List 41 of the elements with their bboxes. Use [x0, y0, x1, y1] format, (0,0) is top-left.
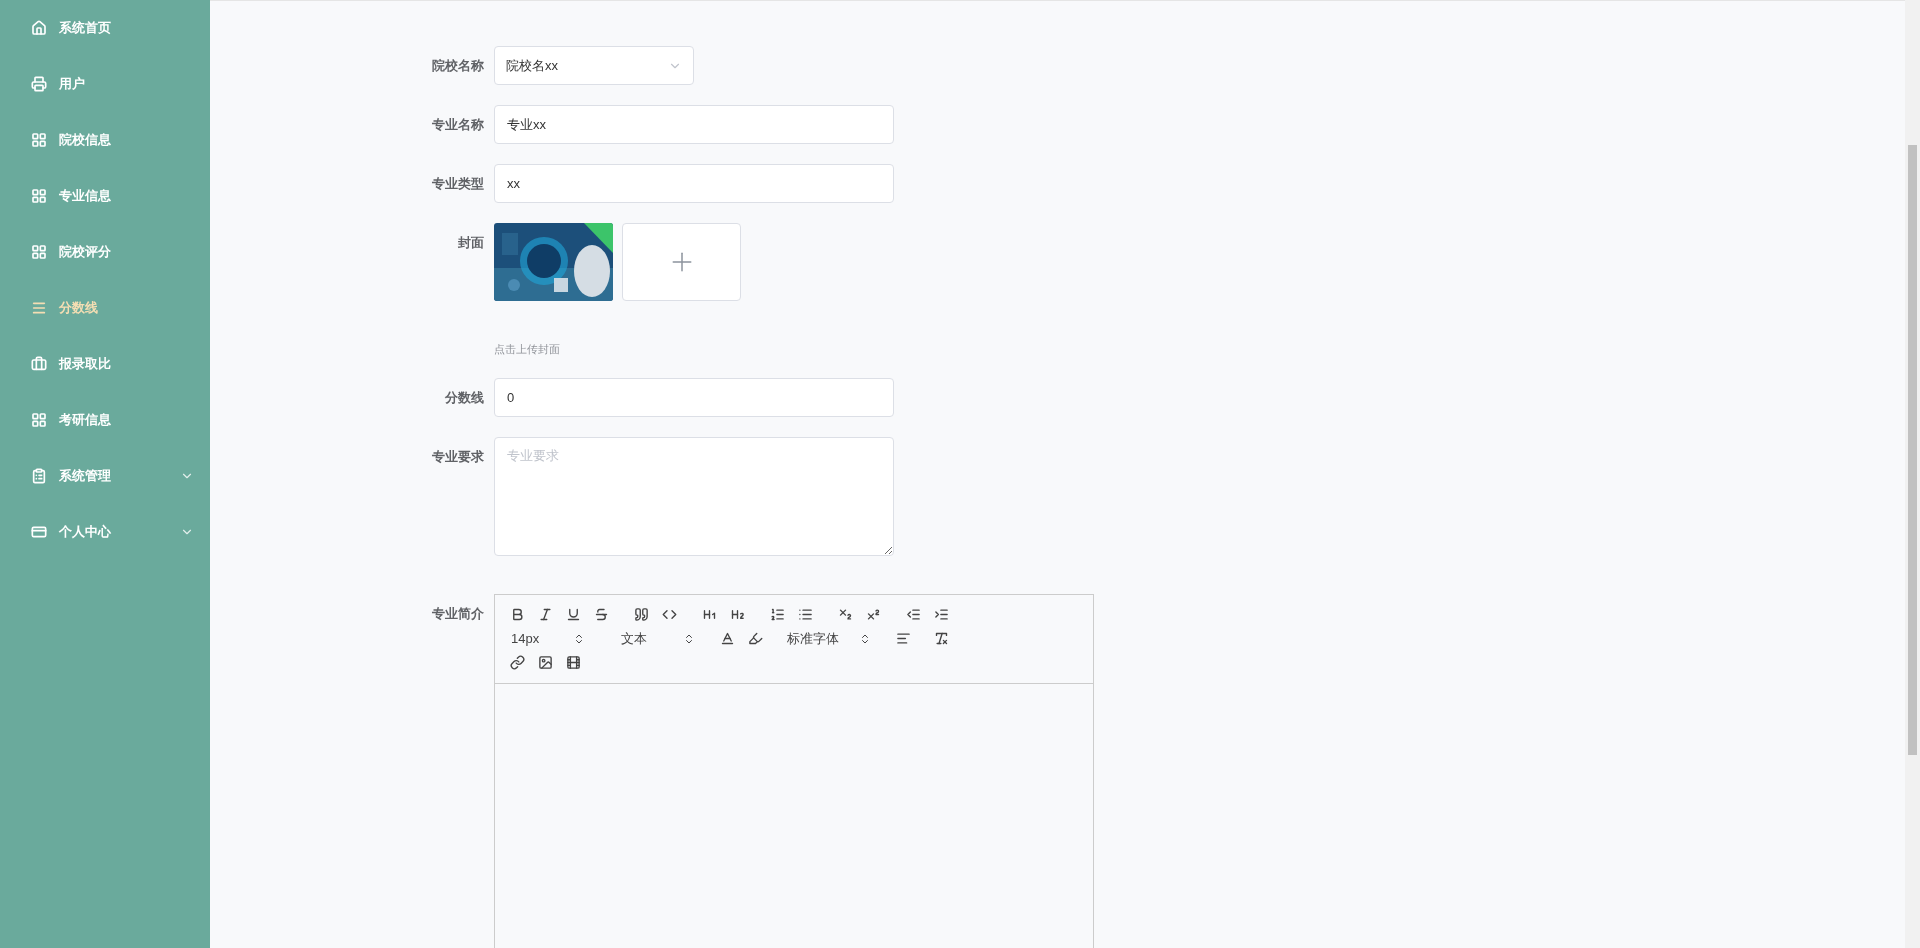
sidebar-item[interactable]: 报录取比: [0, 336, 210, 392]
sidebar-item[interactable]: 分数线: [0, 280, 210, 336]
upload-hint: 点击上传封面: [494, 342, 560, 357]
sidebar-item[interactable]: 院校评分: [0, 224, 210, 280]
field-label: 专业简介: [432, 605, 484, 621]
sidebar-item[interactable]: 院校信息: [0, 112, 210, 168]
scrollbar[interactable]: [1905, 0, 1920, 948]
up-down-arrows-icon: [573, 632, 585, 645]
text-area[interactable]: 专业要求: [494, 436, 894, 556]
grid-icon: [31, 132, 47, 148]
sidebar-item[interactable]: 个人中心: [0, 504, 210, 560]
field-label: 专业要求: [432, 448, 484, 464]
text-field[interactable]: 0: [494, 377, 894, 417]
field-label: 封面: [458, 235, 484, 250]
sidebar-item[interactable]: 系统管理: [0, 448, 210, 504]
rich-text-editor[interactable]: 14px 文本 标准字体: [494, 593, 1094, 948]
printer-icon: [31, 76, 47, 92]
format-picker[interactable]: 14px: [503, 626, 593, 651]
card-icon: [31, 524, 47, 540]
up-down-arrows-icon: [859, 632, 871, 645]
text-field[interactable]: xx: [494, 164, 894, 203]
sidebar-item[interactable]: 专业信息: [0, 168, 210, 224]
grid-icon: [31, 412, 47, 428]
select-field[interactable]: 院校名xx: [494, 46, 694, 85]
format-picker[interactable]: 文本: [613, 626, 703, 651]
sidebar-item[interactable]: 系统首页: [0, 0, 210, 56]
text-field[interactable]: 专业xx: [494, 105, 894, 144]
up-down-arrows-icon: [683, 632, 695, 645]
briefcase-icon: [31, 356, 47, 372]
field-label: 分数线: [445, 389, 484, 405]
clipboard-icon: [31, 468, 47, 484]
grid-icon: [31, 244, 47, 260]
grid-icon: [31, 188, 47, 204]
sidebar-item[interactable]: 考研信息: [0, 392, 210, 448]
format-picker[interactable]: 标准字体: [779, 626, 879, 651]
menu-icon: [31, 300, 47, 316]
sidebar-item[interactable]: 用户: [0, 56, 210, 112]
field-label: 专业类型: [432, 176, 484, 191]
field-label: 院校名称: [432, 58, 484, 73]
home-icon: [31, 20, 47, 36]
field-label: 专业名称: [432, 117, 484, 132]
